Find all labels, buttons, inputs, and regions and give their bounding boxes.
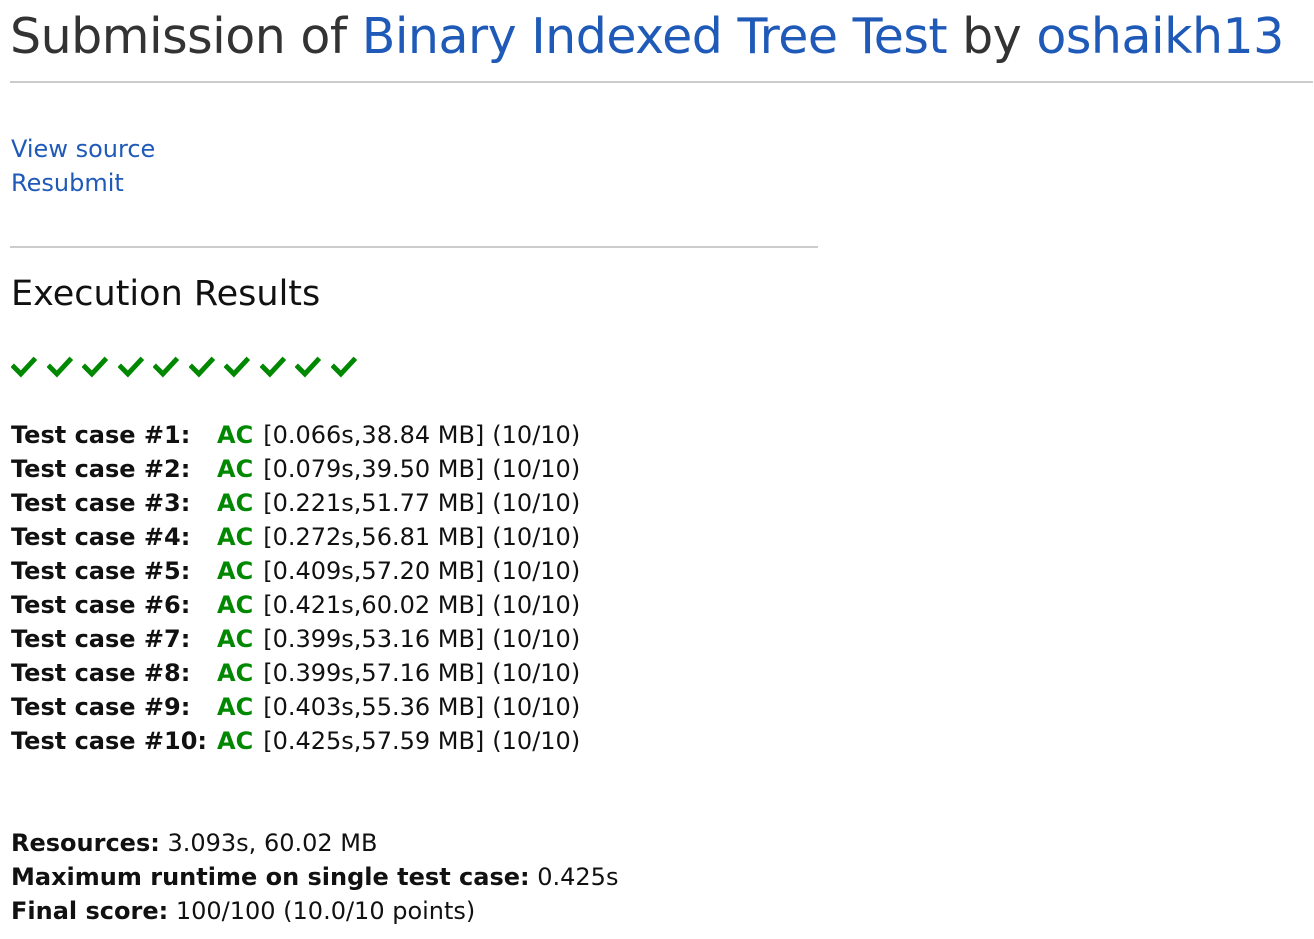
title-divider <box>10 81 1313 83</box>
test-case-status: AC <box>217 625 254 653</box>
test-case-result: [0.066s,38.84 MB] (10/10) <box>263 418 580 452</box>
test-case-row: Test case #4: AC [0.272s,56.81 MB] (10/10) <box>11 520 580 554</box>
max-runtime-line: Maximum runtime on single test case: 0.4… <box>11 860 618 894</box>
test-case-status: AC <box>217 455 254 483</box>
test-case-details: [0.399s,57.16 MB] <box>263 659 485 687</box>
check-icon <box>188 356 215 378</box>
test-case-result: [0.399s,53.16 MB] (10/10) <box>263 622 580 656</box>
check-icon <box>224 356 251 378</box>
test-case-points: (10/10) <box>492 693 581 721</box>
test-case-row: Test case #2: AC [0.079s,39.50 MB] (10/10) <box>11 452 580 486</box>
execution-results-heading: Execution Results <box>11 274 321 314</box>
check-icon <box>153 356 180 378</box>
check-icon <box>117 356 144 378</box>
check-icon <box>330 356 357 378</box>
test-case-label: Test case #2: <box>11 455 191 483</box>
test-case-status: AC <box>217 693 254 721</box>
final-score-label: Final score: <box>11 897 169 925</box>
user-link[interactable]: oshaikh13 <box>1036 8 1284 65</box>
problem-link[interactable]: Binary Indexed Tree Test <box>362 8 948 65</box>
test-case-points: (10/10) <box>492 625 581 653</box>
test-case-status: AC <box>217 523 254 551</box>
test-case-result: [0.403s,55.36 MB] (10/10) <box>263 690 580 724</box>
test-case-label: Test case #8: <box>11 659 191 687</box>
final-score-value: 100/100 (10.0/10 points) <box>168 897 476 925</box>
submission-summary: Resources: 3.093s, 60.02 MB Maximum runt… <box>11 826 618 928</box>
test-case-row: Test case #3: AC [0.221s,51.77 MB] (10/10) <box>11 486 580 520</box>
max-runtime-label: Maximum runtime on single test case: <box>11 863 530 891</box>
test-case-points: (10/10) <box>492 591 581 619</box>
test-case-status-icons <box>11 354 366 380</box>
test-case-details: [0.079s,39.50 MB] <box>263 455 485 483</box>
test-case-details: [0.066s,38.84 MB] <box>263 421 485 449</box>
test-case-status: AC <box>217 421 254 449</box>
test-case-details: [0.425s,57.59 MB] <box>263 727 485 755</box>
test-case-label: Test case #4: <box>11 523 191 551</box>
test-case-points: (10/10) <box>492 557 581 585</box>
test-case-points: (10/10) <box>492 523 581 551</box>
test-case-row: Test case #6: AC [0.421s,60.02 MB] (10/10) <box>11 588 580 622</box>
check-icon <box>11 356 38 378</box>
test-case-points: (10/10) <box>492 455 581 483</box>
test-case-row: Test case #1: AC [0.066s,38.84 MB] (10/10) <box>11 418 580 452</box>
title-prefix: Submission of <box>10 8 362 65</box>
test-case-result: [0.421s,60.02 MB] (10/10) <box>263 588 580 622</box>
test-case-result: [0.425s,57.59 MB] (10/10) <box>263 724 580 758</box>
test-case-points: (10/10) <box>492 489 581 517</box>
test-case-label: Test case #7: <box>11 625 191 653</box>
test-case-status: AC <box>217 659 254 687</box>
test-case-row: Test case #7: AC [0.399s,53.16 MB] (10/10) <box>11 622 580 656</box>
resources-line: Resources: 3.093s, 60.02 MB <box>11 826 618 860</box>
test-case-row: Test case #8: AC [0.399s,57.16 MB] (10/10) <box>11 656 580 690</box>
test-case-result: [0.079s,39.50 MB] (10/10) <box>263 452 580 486</box>
check-icon <box>46 356 73 378</box>
resources-value: 3.093s, 60.02 MB <box>159 829 378 857</box>
max-runtime-value: 0.425s <box>529 863 619 891</box>
title-by: by <box>947 8 1037 65</box>
test-case-details: [0.399s,53.16 MB] <box>263 625 485 653</box>
submission-links: View source Resubmit <box>11 132 155 200</box>
test-case-result: [0.409s,57.20 MB] (10/10) <box>263 554 580 588</box>
test-case-details: [0.421s,60.02 MB] <box>263 591 485 619</box>
resources-label: Resources: <box>11 829 160 857</box>
test-case-result: [0.399s,57.16 MB] (10/10) <box>263 656 580 690</box>
test-case-result: [0.221s,51.77 MB] (10/10) <box>263 486 580 520</box>
test-case-label: Test case #5: <box>11 557 191 585</box>
resubmit-link[interactable]: Resubmit <box>11 166 155 200</box>
test-case-status: AC <box>217 557 254 585</box>
test-case-row: Test case #9: AC [0.403s,55.36 MB] (10/10) <box>11 690 580 724</box>
test-case-points: (10/10) <box>492 727 581 755</box>
test-case-points: (10/10) <box>492 659 581 687</box>
test-case-label: Test case #6: <box>11 591 191 619</box>
page-title: Submission of Binary Indexed Tree Test b… <box>10 4 1284 70</box>
test-case-label: Test case #1: <box>11 421 191 449</box>
test-case-status: AC <box>217 489 254 517</box>
check-icon <box>259 356 286 378</box>
test-case-details: [0.272s,56.81 MB] <box>263 523 485 551</box>
final-score-line: Final score: 100/100 (10.0/10 points) <box>11 894 618 928</box>
test-case-label: Test case #9: <box>11 693 191 721</box>
test-case-status: AC <box>217 591 254 619</box>
test-case-details: [0.409s,57.20 MB] <box>263 557 485 585</box>
check-icon <box>82 356 109 378</box>
check-icon <box>295 356 322 378</box>
test-case-label: Test case #3: <box>11 489 191 517</box>
view-source-link[interactable]: View source <box>11 132 155 166</box>
test-case-row: Test case #5: AC [0.409s,57.20 MB] (10/10) <box>11 554 580 588</box>
test-case-details: [0.403s,55.36 MB] <box>263 693 485 721</box>
test-case-table: Test case #1: AC [0.066s,38.84 MB] (10/10) T… <box>11 418 580 758</box>
test-case-result: [0.272s,56.81 MB] (10/10) <box>263 520 580 554</box>
test-case-details: [0.221s,51.77 MB] <box>263 489 485 517</box>
test-case-status: AC <box>217 727 254 755</box>
section-divider <box>10 246 818 248</box>
test-case-points: (10/10) <box>492 421 581 449</box>
test-case-label: Test case #10: <box>11 727 208 755</box>
test-case-row: Test case #10: AC [0.425s,57.59 MB] (10/10) <box>11 724 580 758</box>
